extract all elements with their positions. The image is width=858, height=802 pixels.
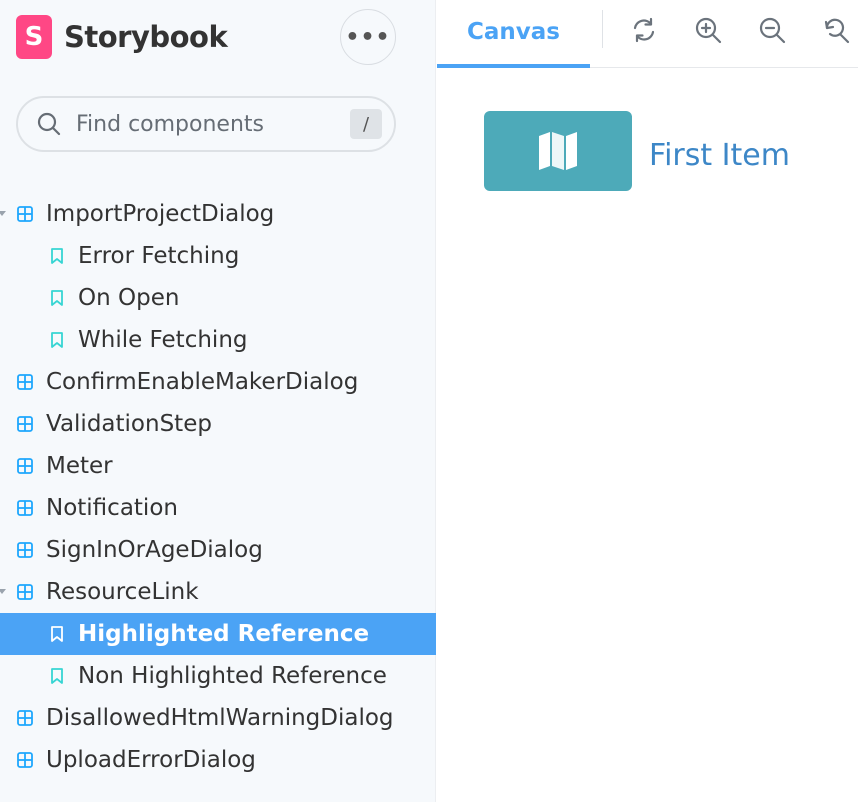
component-icon [17, 752, 33, 768]
component-icon [17, 542, 33, 558]
component-icon [17, 458, 33, 474]
storybook-app: S Storybook ••• / ImportProjectDialog Err… [0, 0, 858, 802]
tree-item-label: ImportProjectDialog [46, 201, 275, 227]
tree-component-item[interactable]: SignInOrAgeDialog [0, 529, 436, 571]
component-icon [17, 416, 33, 432]
expand-caret-icon [0, 211, 6, 216]
tree-component-item[interactable]: UploadErrorDialog [0, 739, 436, 781]
zoom-in-icon [695, 17, 722, 44]
item-title[interactable]: First Item [649, 138, 790, 173]
zoom-reset-icon [824, 18, 850, 44]
component-icon [17, 710, 33, 726]
component-tree: ImportProjectDialog Error Fetching On Open… [0, 193, 436, 781]
component-icon [17, 374, 33, 390]
tree-item-label: DisallowedHtmlWarningDialog [46, 705, 394, 731]
brand[interactable]: S Storybook [16, 12, 228, 62]
search-icon [37, 112, 61, 136]
tree-component-item[interactable]: DisallowedHtmlWarningDialog [0, 697, 436, 739]
tree-component-item[interactable]: Notification [0, 487, 436, 529]
tab-canvas[interactable]: Canvas [437, 0, 590, 68]
tree-item-label: Meter [46, 453, 113, 479]
tree-component-item[interactable]: ImportProjectDialog [0, 193, 436, 235]
bookmark-icon [51, 248, 63, 264]
tree-story-item[interactable]: Highlighted Reference [0, 613, 436, 655]
tree-story-item[interactable]: On Open [0, 277, 436, 319]
tree-component-item[interactable]: Meter [0, 445, 436, 487]
tree-story-item[interactable]: Error Fetching [0, 235, 436, 277]
expand-caret-icon [0, 589, 6, 594]
toolbar-divider [602, 10, 603, 48]
reload-button[interactable] [624, 10, 664, 50]
zoom-out-button[interactable] [752, 10, 792, 50]
tree-item-label: ConfirmEnableMakerDialog [46, 369, 359, 395]
tree-item-label: Highlighted Reference [78, 621, 370, 647]
bookmark-icon [51, 332, 63, 348]
tree-item-label: While Fetching [78, 327, 248, 353]
sidebar-menu-button[interactable]: ••• [340, 9, 396, 65]
toolbar: Canvas [437, 0, 858, 68]
main-panel: Canvas First Item [437, 0, 858, 802]
zoom-in-button[interactable] [688, 10, 728, 50]
bookmark-icon [51, 626, 63, 642]
item-card[interactable] [484, 111, 632, 191]
search-input[interactable] [76, 111, 350, 137]
component-icon [17, 206, 33, 222]
storybook-logo: S [16, 15, 52, 59]
tree-story-item[interactable]: While Fetching [0, 319, 436, 361]
tree-item-label: ResourceLink [46, 579, 199, 605]
brand-name: Storybook [64, 20, 228, 54]
tree-item-label: UploadErrorDialog [46, 747, 256, 773]
search-shortcut-badge: / [350, 109, 382, 139]
tree-item-label: Error Fetching [78, 243, 240, 269]
ellipsis-icon: ••• [345, 24, 391, 50]
tree-item-label: Notification [46, 495, 178, 521]
map-icon [539, 132, 577, 170]
sidebar: S Storybook ••• / ImportProjectDialog Err… [0, 0, 436, 802]
tree-item-label: SignInOrAgeDialog [46, 537, 263, 563]
tree-item-label: ValidationStep [46, 411, 212, 437]
tree-component-item[interactable]: ConfirmEnableMakerDialog [0, 361, 436, 403]
component-icon [17, 584, 33, 600]
component-icon [17, 500, 33, 516]
zoom-reset-button[interactable] [816, 10, 856, 50]
bookmark-icon [51, 668, 63, 684]
tree-story-item[interactable]: Non Highlighted Reference [0, 655, 436, 697]
search-box[interactable]: / [16, 96, 396, 152]
story-canvas: First Item [437, 68, 858, 802]
zoom-out-icon [759, 17, 786, 44]
tree-component-item[interactable]: ValidationStep [0, 403, 436, 445]
reload-icon [633, 17, 655, 43]
tree-item-label: On Open [78, 285, 180, 311]
tree-item-label: Non Highlighted Reference [78, 663, 387, 689]
tree-component-item[interactable]: ResourceLink [0, 571, 436, 613]
bookmark-icon [51, 290, 63, 306]
